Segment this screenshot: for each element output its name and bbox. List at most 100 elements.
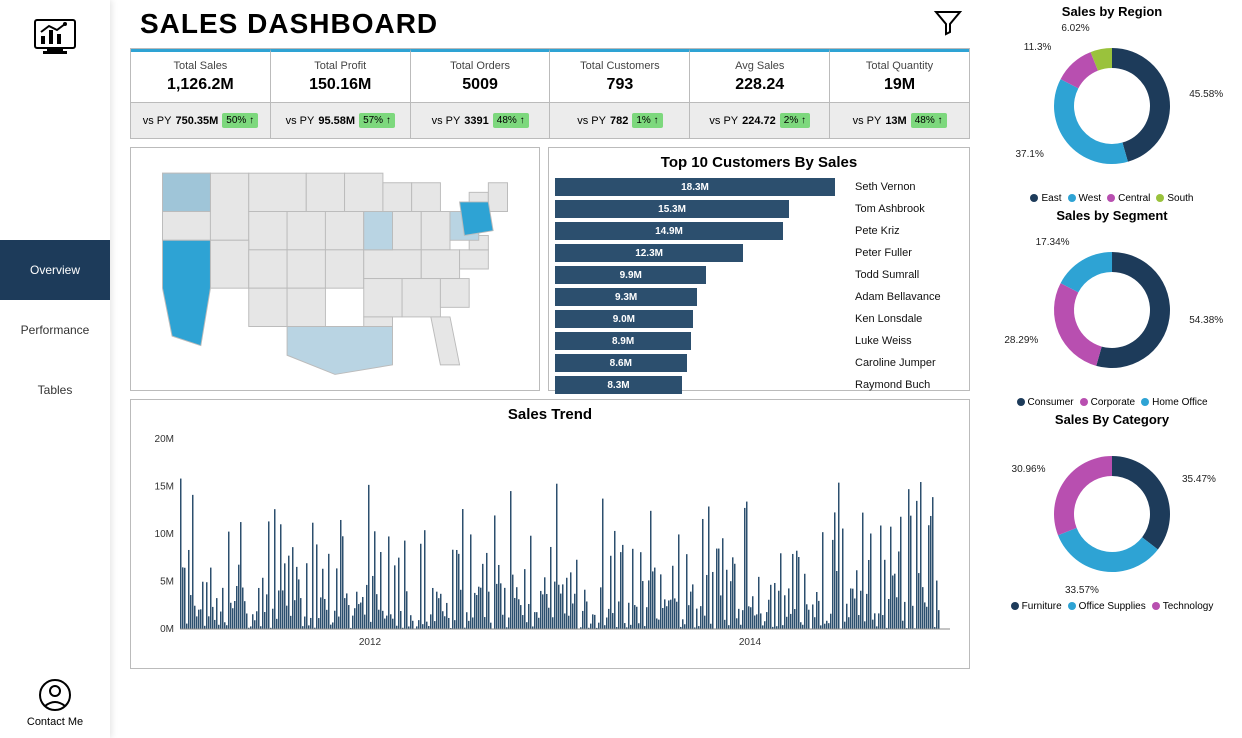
contact-me[interactable]: Contact Me: [0, 678, 110, 728]
sales-trend-title: Sales Trend: [137, 406, 963, 423]
customer-row[interactable]: 9.0M Ken Lonsdale: [555, 309, 963, 329]
customer-name: Caroline Jumper: [855, 357, 936, 369]
donut-slice-label: 30.96%: [1012, 464, 1046, 475]
customer-row[interactable]: 8.9MLuke Weiss: [555, 331, 963, 351]
dashboard-logo-icon: [31, 12, 79, 60]
donut-slice-label: 37.1%: [1016, 149, 1044, 160]
kpi-label: Total Orders: [415, 60, 546, 72]
nav: Overview Performance Tables: [0, 240, 110, 420]
customer-row[interactable]: 9.3M Adam Bellavance: [555, 287, 963, 307]
kpi-label: Total Sales: [135, 60, 266, 72]
svg-text:15M: 15M: [155, 482, 174, 493]
legend-item[interactable]: East: [1030, 193, 1061, 204]
nav-tables[interactable]: Tables: [0, 360, 110, 420]
donut-slice-label: 54.38%: [1189, 315, 1223, 326]
legend-item[interactable]: Central: [1107, 193, 1150, 204]
customer-bar: 12.3M: [555, 244, 743, 262]
nav-overview[interactable]: Overview: [0, 240, 110, 300]
customer-name: Adam Bellavance: [855, 291, 941, 303]
kpi-card[interactable]: Total Profit150.16M vs PY 95.58M 57% ↑: [271, 49, 411, 138]
donut-segment-chart[interactable]: [1027, 225, 1197, 395]
nav-performance[interactable]: Performance: [0, 300, 110, 360]
kpi-value: 5009: [415, 76, 546, 94]
contact-label: Contact Me: [27, 716, 83, 728]
customer-bar: 8.9M: [555, 332, 691, 350]
kpi-card[interactable]: Total Sales1,126.2M vs PY 750.35M 50% ↑: [131, 49, 271, 138]
donut-slice-label: 35.47%: [1182, 474, 1216, 485]
map-panel[interactable]: [130, 147, 540, 391]
donut-slice-label: 11.3%: [1024, 42, 1052, 53]
customer-name: Todd Sumrall: [855, 269, 919, 281]
kpi-compare: vs PY 13M 48% ↑: [830, 103, 969, 138]
kpi-label: Total Quantity: [834, 60, 965, 72]
customer-name: Seth Vernon: [855, 181, 916, 193]
legend-item[interactable]: Technology: [1152, 601, 1214, 612]
legend-item[interactable]: West: [1068, 193, 1102, 204]
legend-item[interactable]: Office Supplies: [1068, 601, 1146, 612]
kpi-value: 1,126.2M: [135, 76, 266, 94]
kpi-card[interactable]: Total Orders5009 vs PY 3391 48% ↑: [411, 49, 551, 138]
donut-segment-title: Sales by Segment: [994, 208, 1230, 223]
donut-region-title: Sales by Region: [994, 4, 1230, 19]
kpi-row: Total Sales1,126.2M vs PY 750.35M 50% ↑T…: [130, 48, 970, 139]
customer-name: Pete Kriz: [855, 225, 900, 237]
donut-slice-label: 28.29%: [1004, 335, 1038, 346]
customer-bar: 9.9M: [555, 266, 706, 284]
legend-region: East West Central South: [994, 193, 1230, 204]
donut-slice-label: 6.02%: [1061, 23, 1089, 34]
main-panel: SALES DASHBOARD Total Sales 1,126.2M vs P…: [120, 0, 980, 738]
customer-bar: 8.3M: [555, 376, 682, 394]
customer-row[interactable]: 14.9M Pete Kriz: [555, 221, 963, 241]
kpi-label: Avg Sales: [694, 60, 825, 72]
user-icon: [38, 678, 72, 712]
donut-category-chart[interactable]: [1027, 429, 1197, 599]
donut-region-chart[interactable]: [1027, 21, 1197, 191]
legend-item[interactable]: Corporate: [1080, 397, 1135, 408]
svg-text:20M: 20M: [155, 434, 174, 445]
customer-row[interactable]: 12.3M Peter Fuller: [555, 243, 963, 263]
legend-item[interactable]: Furniture: [1011, 601, 1062, 612]
kpi-label: Total Customers: [554, 60, 685, 72]
donut-slice-label: 45.58%: [1189, 89, 1223, 100]
kpi-card[interactable]: Total Quantity 19M vs PY 13M 48% ↑: [830, 49, 969, 138]
svg-text:10M: 10M: [155, 529, 174, 540]
donut-category: Sales By Category 35.47%33.57%30.96% Fur…: [994, 412, 1230, 612]
top-customers-title: Top 10 Customers By Sales: [555, 154, 963, 171]
kpi-card[interactable]: Total Customers793 vs PY 782 1% ↑: [550, 49, 690, 138]
sidebar: Overview Performance Tables Contact Me: [0, 0, 110, 738]
legend-item[interactable]: Consumer: [1017, 397, 1074, 408]
customer-bar: 18.3M: [555, 178, 835, 196]
customer-name: Ken Lonsdale: [855, 313, 922, 325]
customer-bar: 14.9M: [555, 222, 783, 240]
customer-row[interactable]: 15.3M Tom Ashbrook: [555, 199, 963, 219]
svg-text:2012: 2012: [359, 637, 382, 648]
customer-name: Peter Fuller: [855, 247, 912, 259]
legend-item[interactable]: South: [1156, 193, 1193, 204]
filter-icon[interactable]: [932, 6, 964, 38]
customer-row[interactable]: 9.9M Todd Sumrall: [555, 265, 963, 285]
customer-bar: 15.3M: [555, 200, 789, 218]
donut-segment: Sales by Segment 54.38% 28.29% 17.34% Cons…: [994, 208, 1230, 408]
customer-bar: 9.3M: [555, 288, 697, 306]
legend-segment: Consumer Corporate Home Office: [994, 397, 1230, 408]
sales-trend-panel: Sales Trend 0M5M10M15M20M 20122014: [130, 399, 970, 669]
customer-row[interactable]: 8.6MCaroline Jumper: [555, 353, 963, 373]
customer-row[interactable]: 8.3MRaymond Buch: [555, 375, 963, 395]
legend-category: Furniture Office Supplies Technology: [994, 601, 1230, 612]
svg-text:5M: 5M: [160, 577, 174, 588]
page-title: SALES DASHBOARD: [120, 0, 980, 48]
donut-region: Sales by Region 45.58% 37.1% 11.3% 6.02% Ea…: [994, 4, 1230, 204]
sales-trend-chart[interactable]: 0M5M10M15M20M 20122014: [137, 429, 963, 659]
kpi-label: Total Profit: [275, 60, 406, 72]
svg-text:2014: 2014: [739, 637, 762, 648]
kpi-value: 228.24: [694, 76, 825, 94]
donut-slice-label: 17.34%: [1036, 237, 1070, 248]
top-customers-panel: Top 10 Customers By Sales 18.3M Seth Vern…: [548, 147, 970, 391]
right-panel: Sales by Region 45.58% 37.1% 11.3% 6.02% Ea…: [990, 0, 1234, 738]
customer-bar: 9.0M: [555, 310, 693, 328]
customer-name: Tom Ashbrook: [855, 203, 925, 215]
kpi-value: 19M: [834, 76, 965, 94]
legend-item[interactable]: Home Office: [1141, 397, 1207, 408]
customer-row[interactable]: 18.3M Seth Vernon: [555, 177, 963, 197]
kpi-card[interactable]: Avg Sales228.24 vs PY 224.72 2% ↑: [690, 49, 830, 138]
